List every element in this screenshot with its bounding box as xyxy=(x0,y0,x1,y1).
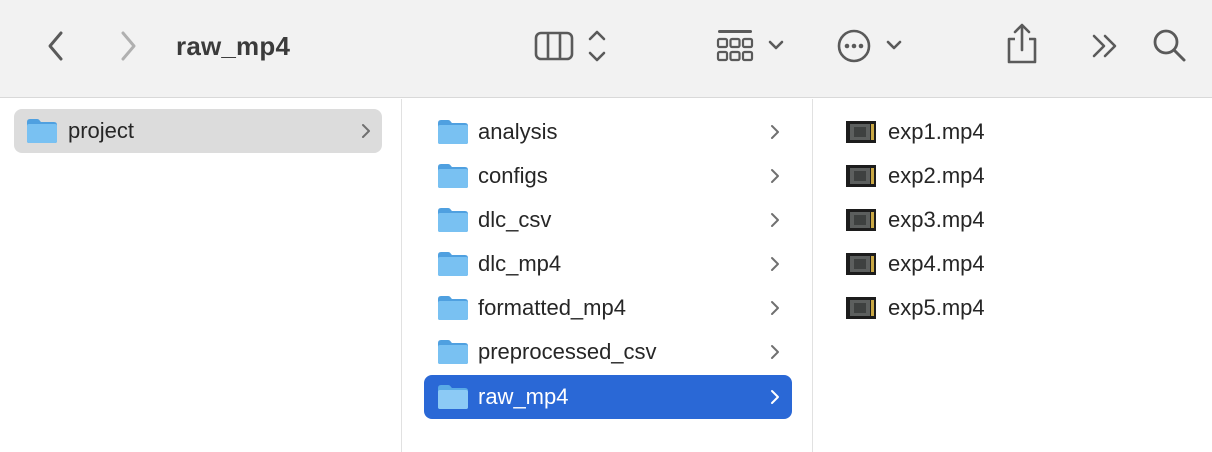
video-file-icon xyxy=(846,297,876,319)
column-3: exp1.mp4 exp2.mp4 exp3.mp4 exp4.mp4 exp5… xyxy=(814,99,1212,452)
ellipsis-circle-icon xyxy=(837,29,902,63)
folder-icon xyxy=(438,385,468,409)
share-button[interactable] xyxy=(1002,22,1042,68)
column-1: project xyxy=(0,99,402,452)
list-item-file[interactable]: exp1.mp4 xyxy=(814,110,1212,154)
share-icon xyxy=(1007,23,1037,64)
item-label: project xyxy=(68,118,135,143)
item-label: dlc_mp4 xyxy=(478,251,562,276)
action-menu-button[interactable] xyxy=(832,26,912,66)
video-file-icon xyxy=(846,253,876,275)
chevron-right-icon xyxy=(771,390,779,404)
list-item-folder[interactable]: analysis xyxy=(424,110,792,154)
chevron-right-icon xyxy=(771,345,779,359)
toolbar: raw_mp4 xyxy=(0,0,1212,98)
item-label: formatted_mp4 xyxy=(478,295,626,320)
folder-icon xyxy=(438,252,468,276)
chevron-right-icon xyxy=(771,301,779,315)
double-chevron-icon xyxy=(1092,34,1117,58)
item-label: configs xyxy=(478,163,548,188)
chevron-right-icon xyxy=(771,257,779,271)
item-label: dlc_csv xyxy=(478,207,552,232)
item-label: preprocessed_csv xyxy=(478,339,657,364)
folder-icon xyxy=(438,164,468,188)
list-item-file[interactable]: exp3.mp4 xyxy=(814,198,1212,242)
list-item-file[interactable]: exp4.mp4 xyxy=(814,242,1212,286)
chevron-right-icon xyxy=(771,213,779,227)
item-label: exp5.mp4 xyxy=(888,295,985,320)
list-item-file[interactable]: exp5.mp4 xyxy=(814,286,1212,330)
list-item-folder[interactable]: preprocessed_csv xyxy=(424,330,792,374)
folder-icon xyxy=(438,296,468,320)
item-label: exp4.mp4 xyxy=(888,251,985,276)
list-item-folder[interactable]: project xyxy=(14,109,382,153)
item-label: exp2.mp4 xyxy=(888,163,985,188)
list-item-folder[interactable]: dlc_csv xyxy=(424,198,792,242)
folder-icon xyxy=(438,120,468,144)
forward-button[interactable] xyxy=(110,26,146,66)
video-file-icon xyxy=(846,209,876,231)
folder-icon xyxy=(27,119,57,143)
view-mode-button[interactable] xyxy=(530,26,614,66)
column-2: analysis configs dlc_csv dlc_mp4 formatt… xyxy=(403,99,813,452)
group-button[interactable] xyxy=(712,26,792,66)
folder-icon xyxy=(438,208,468,232)
item-label: analysis xyxy=(478,119,558,144)
column-view-icon xyxy=(534,30,606,62)
chevron-right-icon xyxy=(121,31,136,61)
list-item-folder[interactable]: dlc_mp4 xyxy=(424,242,792,286)
search-icon xyxy=(1153,29,1186,62)
item-label: exp3.mp4 xyxy=(888,207,985,232)
back-button[interactable] xyxy=(38,26,74,66)
video-file-icon xyxy=(846,165,876,187)
list-item-file[interactable]: exp2.mp4 xyxy=(814,154,1212,198)
video-file-icon xyxy=(846,121,876,143)
list-item-folder[interactable]: formatted_mp4 xyxy=(424,286,792,330)
folder-icon xyxy=(438,340,468,364)
chevron-left-icon xyxy=(48,31,63,61)
chevron-right-icon xyxy=(362,124,370,138)
chevron-right-icon xyxy=(771,125,779,139)
list-item-folder-selected[interactable]: raw_mp4 xyxy=(424,375,792,419)
grid-group-icon xyxy=(716,30,784,62)
list-item-folder[interactable]: configs xyxy=(424,154,792,198)
search-button[interactable] xyxy=(1148,24,1192,68)
window-title: raw_mp4 xyxy=(176,31,291,61)
item-label: exp1.mp4 xyxy=(888,119,985,144)
finder-window: raw_mp4 project analysis configs dlc_csv… xyxy=(0,0,1212,452)
item-label: raw_mp4 xyxy=(478,384,569,409)
chevron-right-icon xyxy=(771,169,779,183)
toolbar-overflow-button[interactable] xyxy=(1088,26,1124,66)
